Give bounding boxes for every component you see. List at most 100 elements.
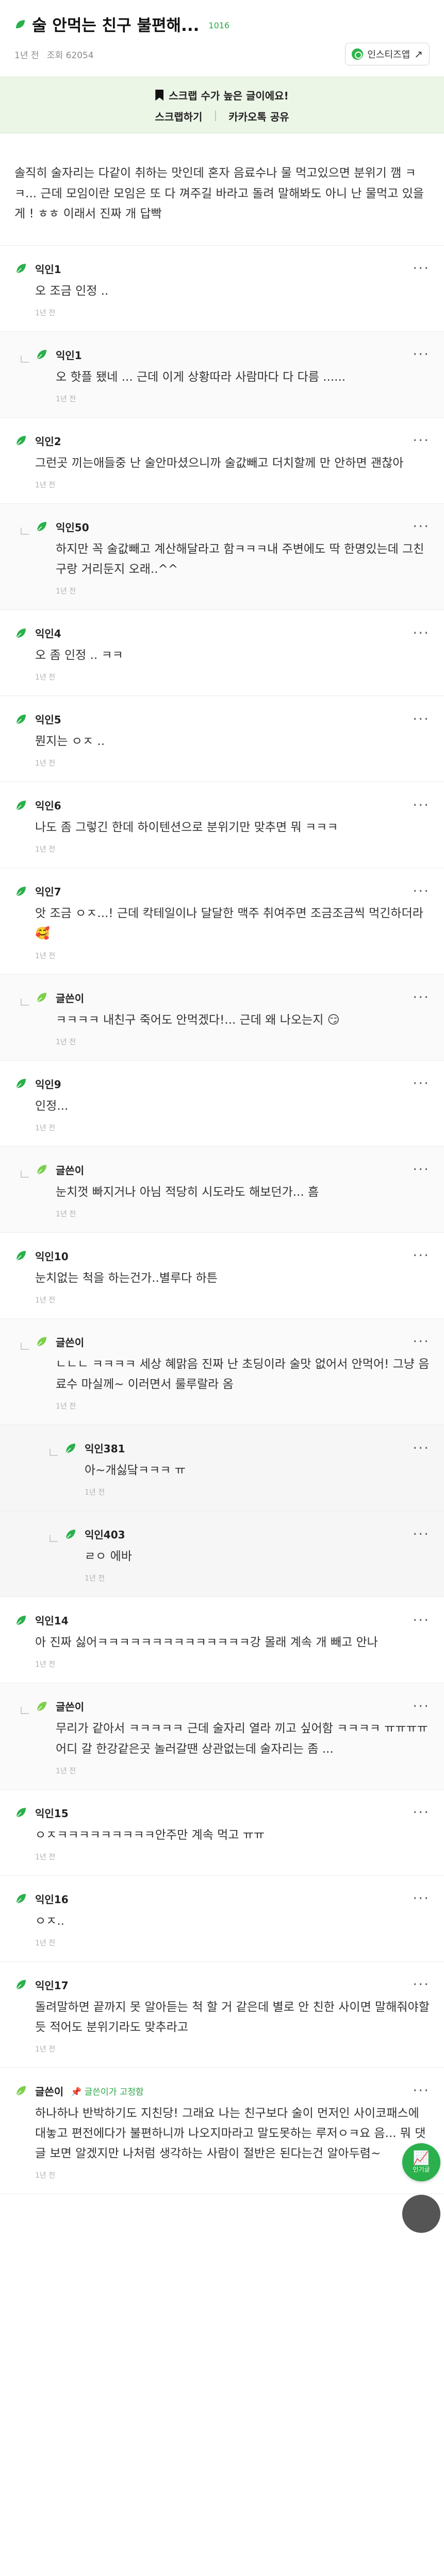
comment-time: 1년 전 [35,2172,56,2180]
leaf-avatar-icon [16,1808,26,1818]
comment-item: 글쓴이 ··· 눈치껏 빠지거나 아님 적당히 시도라도 해보던가... 흠 1년 전 [0,1146,444,1233]
comment-item: 익인1 ··· 오 핫플 됐네 ... 근데 이게 상황따라 사람마다 다 다름 .… [0,331,444,418]
more-options-icon[interactable]: ··· [413,1440,430,1455]
leaf-avatar-icon [16,436,26,446]
comment-nickname[interactable]: 익인16 [35,1891,69,1906]
comment-time: 1년 전 [35,2045,56,2054]
comment-item: 익인1 ··· 오 조금 인정 .. 1년 전 [0,246,444,332]
comment-nickname[interactable]: 익인6 [35,798,61,812]
comment-item: 익인6 ··· 나도 좀 그렇긴 한데 하이텐션으로 분위기만 맞추면 뭐 ㅋㅋㅋ 1… [0,782,444,869]
page-title: 술 안먹는 친구 불편해... [32,16,200,35]
popular-posts-button[interactable]: 📈 인기글 [402,2143,440,2181]
more-options-icon[interactable]: ··· [413,433,430,448]
scrap-message: 스크랩 수가 높은 글이에요! [169,90,289,102]
leaf-avatar-icon [37,1165,46,1175]
comment-nickname[interactable]: 익인381 [85,1440,125,1455]
instiz-app-button[interactable]: 인스티즈앱 ↗ [345,43,430,65]
more-options-icon[interactable]: ··· [413,1977,430,1992]
scrap-actions: 스크랩하기 | 카카오톡 공유 [0,109,444,124]
comment-header: 익인50 ··· [35,519,430,534]
comment-nickname[interactable]: 익인5 [35,711,61,726]
comment-header: 글쓴이 ··· [35,990,430,1005]
comment-nickname[interactable]: 글쓴이 [56,990,84,1005]
post-time: 1년 전 [14,50,39,61]
leaf-avatar-icon [16,714,26,724]
comment-nickname[interactable]: 글쓴이 [56,1699,84,1714]
comment-text: 오 좀 인정 .. ㅋㅋ [35,649,123,663]
more-options-icon[interactable]: ··· [413,1805,430,1820]
comment-nickname[interactable]: 익인10 [35,1248,69,1263]
scroll-top-button[interactable] [402,2195,440,2233]
leaf-avatar-icon [16,1251,26,1261]
comment-nickname[interactable]: 글쓴이 [35,2083,63,2098]
comment-item: 익인7 ··· 앗 조금 ㅇㅈ...! 근데 칵테일이나 달달한 맥주 취여주면 조… [0,868,444,975]
chart-icon: 📈 [413,2150,430,2166]
leaf-avatar-icon [16,2086,26,2096]
meta-row: 1년 전 조회 62054 인스티즈앱 ↗ [14,43,430,65]
comment-time: 1년 전 [35,1939,56,1947]
comment-text: 뭔지는 ㅇㅈ .. [35,735,105,749]
more-options-icon[interactable]: ··· [413,625,430,640]
comment-text: 오 핫플 됐네 ... 근데 이게 상황따라 사람마다 다 다름 ...... [56,370,346,384]
more-options-icon[interactable]: ··· [413,1527,430,1541]
comment-nickname[interactable]: 익인403 [85,1527,125,1541]
more-options-icon[interactable]: ··· [413,711,430,726]
leaf-avatar-icon [65,1529,75,1539]
comment-header: 익인10 ··· [14,1248,430,1263]
leaf-avatar-icon [16,886,26,896]
comment-text: 나도 좀 그렇긴 한데 하이텐션으로 분위기만 맞추면 뭐 ㅋㅋㅋ [35,821,338,835]
comment-item: 익인381 ··· 아~개싫닼ㅋㅋㅋ ㅠ 1년 전 [0,1425,444,1512]
comment-nickname[interactable]: 글쓴이 [56,1334,84,1349]
comment-nickname[interactable]: 익인4 [35,625,61,640]
more-options-icon[interactable]: ··· [413,1613,430,1627]
comment-text: ㄹㅇ 에바 [85,1550,132,1564]
comment-nickname[interactable]: 익인9 [35,1076,61,1091]
more-options-icon[interactable]: ··· [413,1248,430,1263]
reply-arrow-icon [50,1449,58,1456]
comment-header: 글쓴이 📌 글쓴이가 고정함 ··· [14,2083,430,2098]
more-options-icon[interactable]: ··· [413,990,430,1005]
more-options-icon[interactable]: ··· [413,347,430,362]
more-options-icon[interactable]: ··· [413,798,430,812]
comment-nickname[interactable]: 익인14 [35,1613,69,1628]
comment-list: 익인1 ··· 오 조금 인정 .. 1년 전 익인1 ··· 오 핫플 됐네 ... 근데… [0,245,444,2195]
comment-nickname[interactable]: 익인1 [35,261,61,276]
comment-text: 그런곳 끼는애들중 난 술안마셨으니까 술값빼고 더치할께 만 안하면 괜찮아 [35,456,404,470]
more-options-icon[interactable]: ··· [413,1699,430,1713]
more-options-icon[interactable]: ··· [413,2083,430,2098]
divider: | [213,109,218,121]
more-options-icon[interactable]: ··· [413,1891,430,1906]
comment-time: 1년 전 [35,952,56,960]
comment-nickname[interactable]: 익인15 [35,1805,69,1820]
reply-arrow-icon [21,1707,29,1715]
more-options-icon[interactable]: ··· [413,1076,430,1091]
comment-time: 1년 전 [56,1210,76,1218]
leaf-avatar-icon [16,1894,26,1904]
comment-time: 1년 전 [56,1767,76,1775]
leaf-avatar-icon [37,1701,46,1711]
leaf-avatar-icon [37,993,46,1003]
more-options-icon[interactable]: ··· [413,519,430,534]
scrap-button[interactable]: 스크랩하기 [155,109,202,124]
more-options-icon[interactable]: ··· [413,884,430,898]
comment-time: 1년 전 [35,1660,56,1669]
leaf-avatar-icon [37,350,46,360]
more-options-icon[interactable]: ··· [413,1162,430,1177]
leaf-avatar-icon [16,628,26,638]
comment-nickname[interactable]: 글쓴이 [56,1162,84,1177]
comment-text: 오 조금 인정 .. [35,284,109,298]
more-options-icon[interactable]: ··· [413,1334,430,1349]
comment-count: 1016 [208,21,230,30]
comment-nickname[interactable]: 익인2 [35,433,61,448]
comment-nickname[interactable]: 익인17 [35,1977,69,1992]
post-views: 조회 62054 [46,50,94,61]
comment-nickname[interactable]: 익인1 [56,347,82,362]
comment-nickname[interactable]: 익인7 [35,884,61,899]
leaf-avatar-icon [16,800,26,810]
comment-text: 눈치껏 빠지거나 아님 적당히 시도라도 해보던가... 흠 [56,1185,319,1199]
kakao-share-button[interactable]: 카카오톡 공유 [228,109,289,124]
comment-nickname[interactable]: 익인50 [56,519,89,534]
comment-time: 1년 전 [56,395,76,403]
more-options-icon[interactable]: ··· [413,261,430,276]
comment-header: 익인4 ··· [14,625,430,640]
